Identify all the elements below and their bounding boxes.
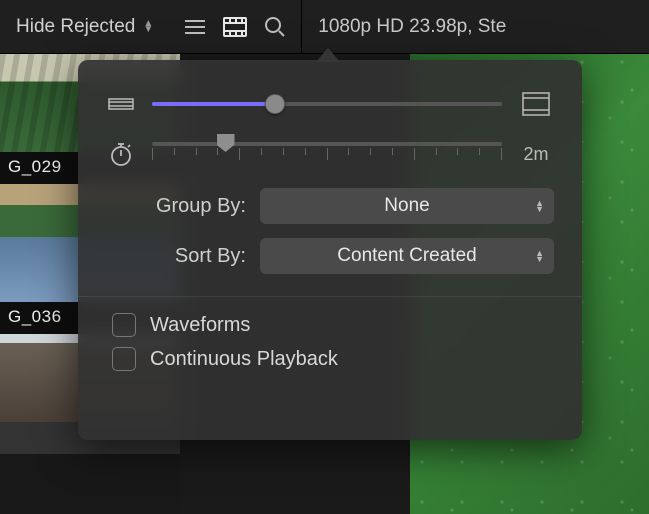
filmstrip-view-button[interactable] xyxy=(215,7,255,47)
filter-dropdown[interactable]: Hide Rejected ▲▼ xyxy=(8,12,161,42)
format-info: 1080p HD 23.98p, Ste xyxy=(318,16,506,38)
sort-by-row: Sort By: Content Created ▲▼ xyxy=(106,238,554,274)
sort-by-label: Sort By: xyxy=(106,245,246,268)
sort-by-value: Content Created xyxy=(337,245,476,267)
stepper-icon: ▲▼ xyxy=(143,21,153,33)
stepper-icon: ▲▼ xyxy=(535,250,544,262)
sort-by-select[interactable]: Content Created ▲▼ xyxy=(260,238,554,274)
duration-row: 2m xyxy=(106,134,554,174)
duration-max-label: 2m xyxy=(518,144,554,165)
filter-label: Hide Rejected xyxy=(16,16,135,38)
waveforms-row: Waveforms xyxy=(112,313,554,337)
group-by-label: Group By: xyxy=(106,195,246,218)
small-filmstrip-icon xyxy=(106,96,136,112)
popover-divider xyxy=(78,296,582,297)
stopwatch-icon xyxy=(106,141,136,167)
group-by-value: None xyxy=(384,195,429,217)
clip-height-row xyxy=(106,84,554,124)
continuous-playback-label: Continuous Playback xyxy=(150,348,338,371)
stepper-icon: ▲▼ xyxy=(535,200,544,212)
continuous-playback-row: Continuous Playback xyxy=(112,347,554,371)
waveforms-checkbox[interactable] xyxy=(112,313,136,337)
toolbar-separator xyxy=(301,0,302,54)
waveforms-label: Waveforms xyxy=(150,314,250,337)
continuous-playback-checkbox[interactable] xyxy=(112,347,136,371)
toolbar: Hide Rejected ▲▼ 1080p HD 23.98p, Ste xyxy=(0,0,649,54)
list-view-button[interactable] xyxy=(175,7,215,47)
duration-slider[interactable] xyxy=(152,134,502,174)
group-by-row: Group By: None ▲▼ xyxy=(106,188,554,224)
clip-height-slider[interactable] xyxy=(152,88,502,120)
search-button[interactable] xyxy=(255,7,295,47)
popover-caret xyxy=(316,48,340,62)
large-filmstrip-icon xyxy=(518,92,554,116)
clip-appearance-popover: 2m Group By: None ▲▼ Sort By: Content Cr… xyxy=(78,60,582,440)
group-by-select[interactable]: None ▲▼ xyxy=(260,188,554,224)
